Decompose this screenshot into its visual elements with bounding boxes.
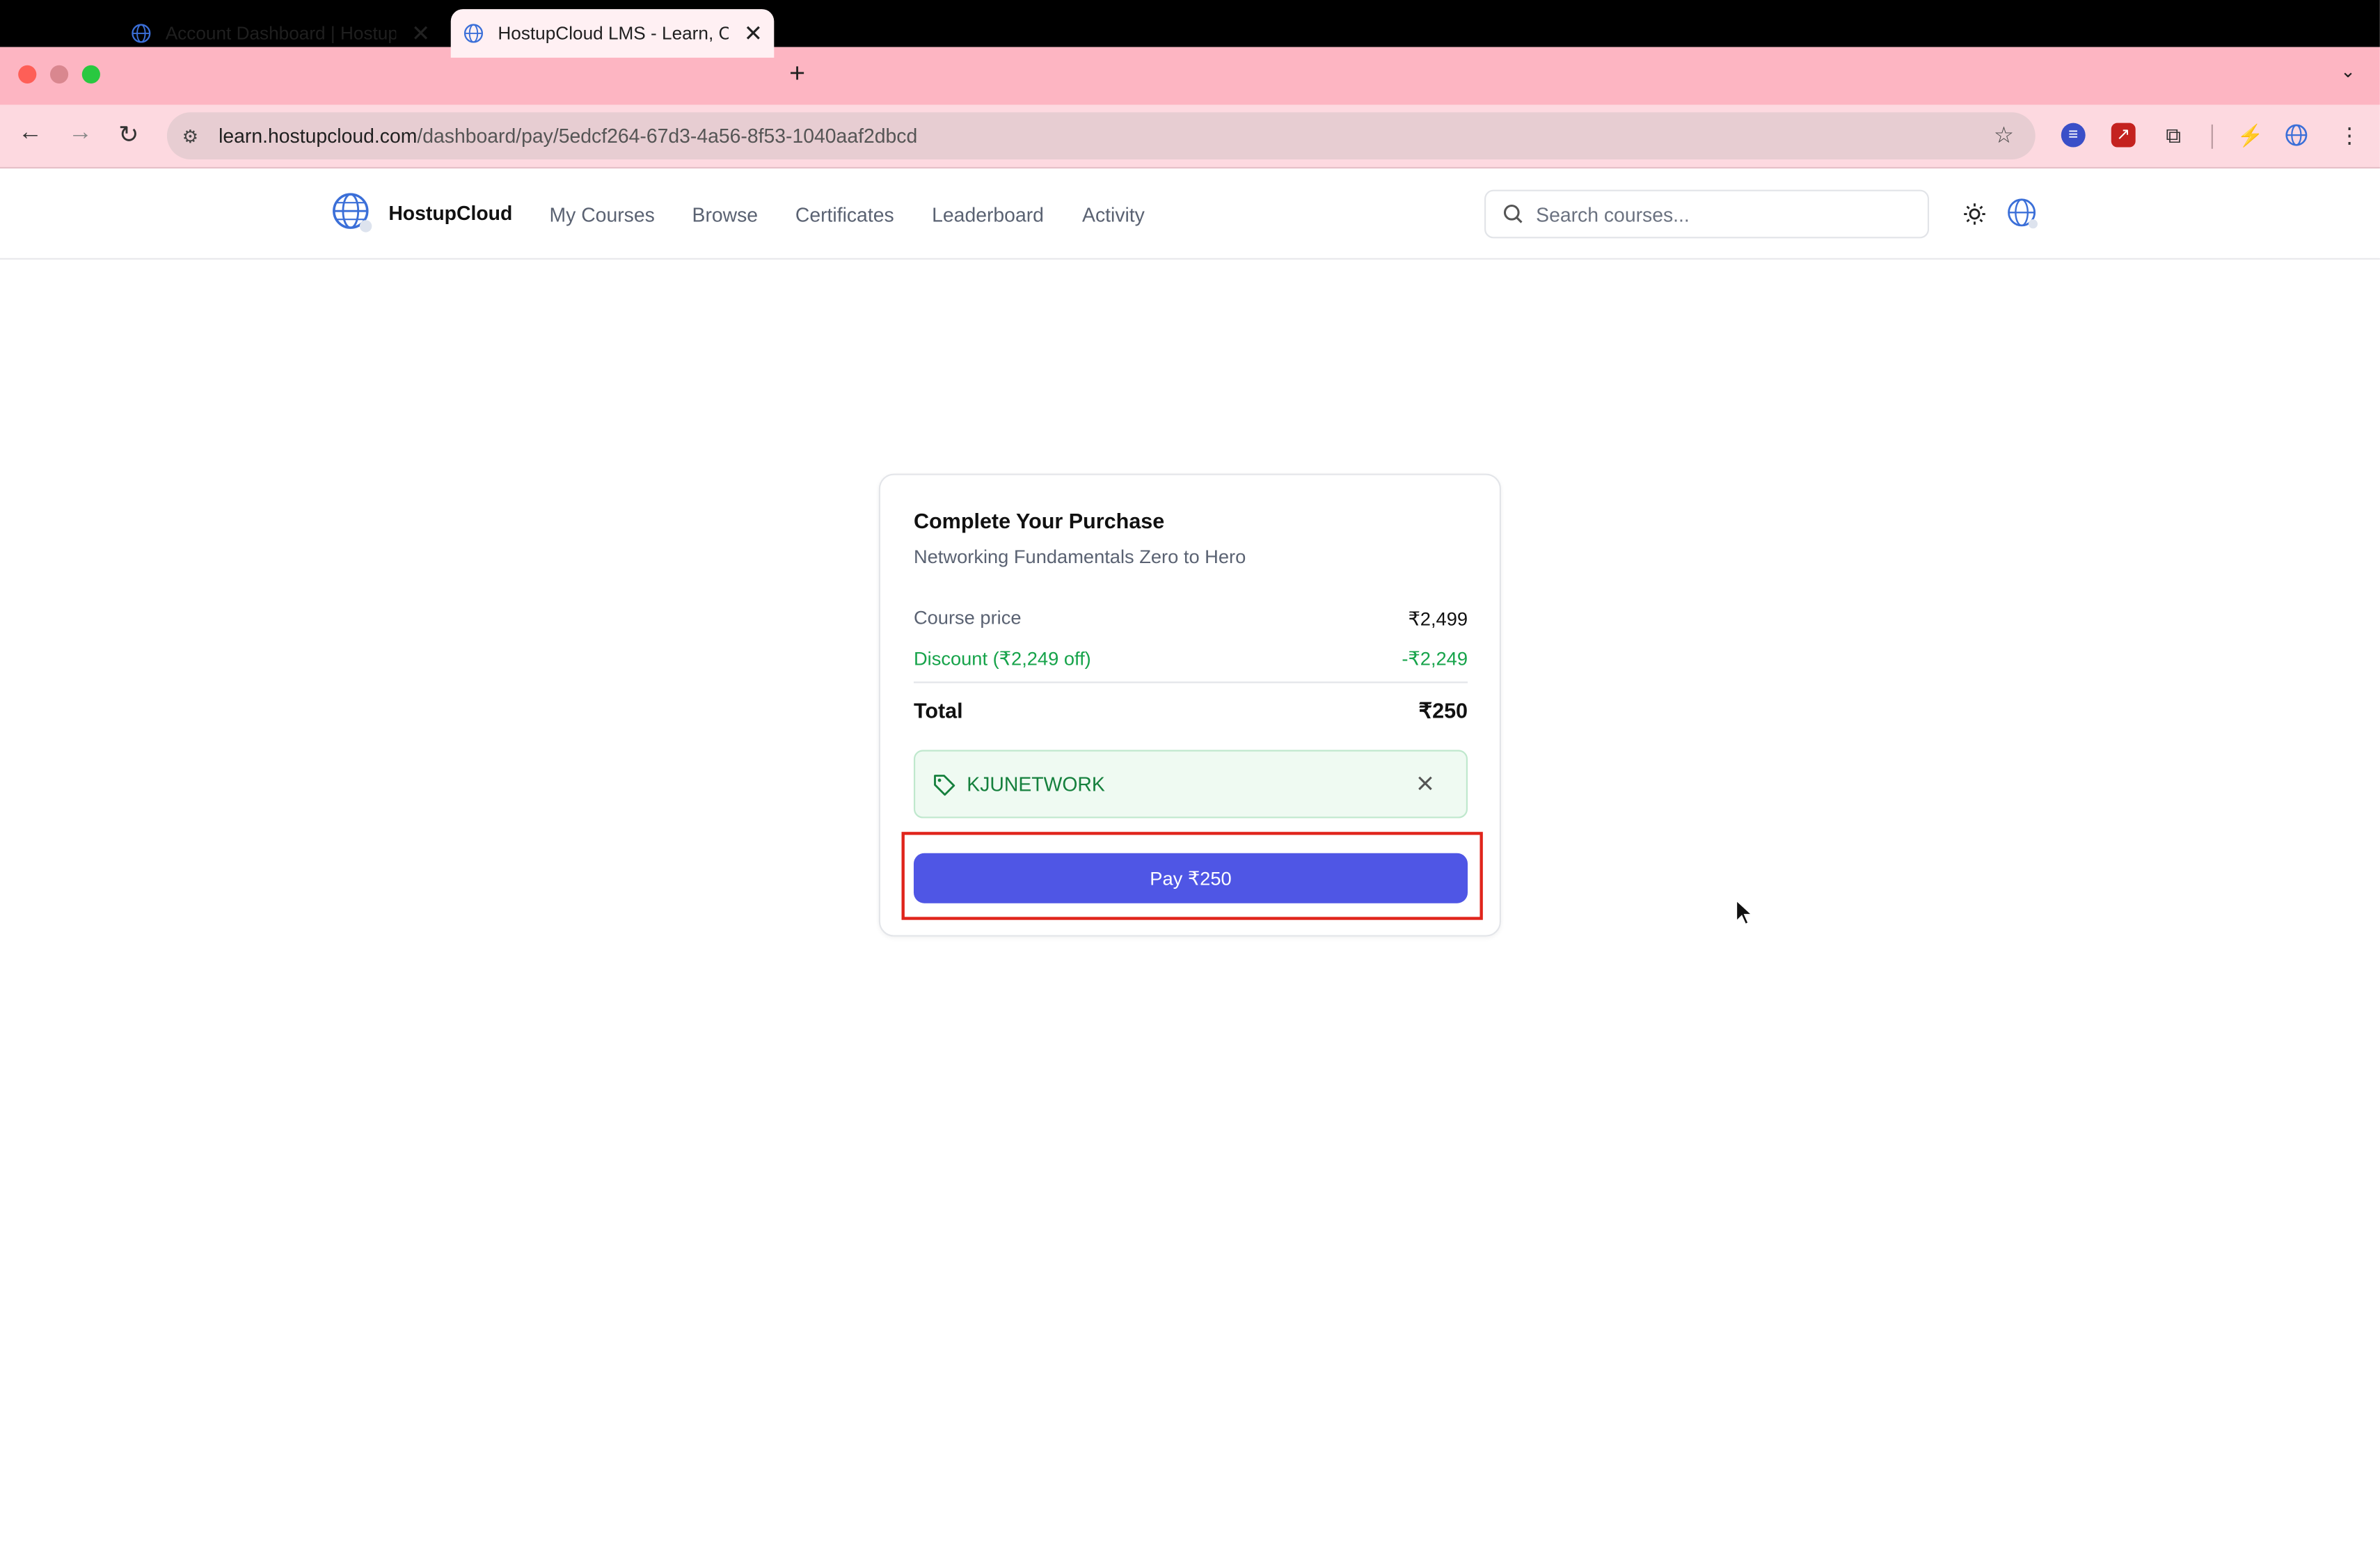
hostupcloud-logo-icon: [333, 193, 372, 232]
tab-title: HostupCloud LMS - Learn, Certify: [498, 22, 729, 45]
back-icon[interactable]: ←: [18, 120, 42, 147]
course-price-label: Course price: [913, 607, 1022, 629]
extension-icon[interactable]: ≡: [2061, 123, 2086, 148]
forward-icon[interactable]: →: [68, 120, 93, 147]
reload-icon[interactable]: ↻: [118, 120, 138, 150]
nav-browse[interactable]: Browse: [692, 203, 759, 226]
pdf-extension-icon[interactable]: ↗: [2111, 123, 2136, 148]
brand-name: HostupCloud: [388, 200, 513, 224]
nav-my-courses[interactable]: My Courses: [550, 203, 655, 226]
browser-menu-icon[interactable]: ⋮: [2338, 123, 2362, 148]
pay-button[interactable]: Pay ₹250: [913, 853, 1468, 903]
address-bar[interactable]: ⚙ learn.hostupcloud.com/dashboard/pay/5e…: [166, 112, 2036, 160]
site-settings-icon[interactable]: ⚙: [182, 125, 204, 147]
purchase-title: Complete Your Purchase: [913, 508, 1165, 533]
close-tab-icon[interactable]: ✕: [411, 19, 430, 47]
tab-title: Account Dashboard | HostupCloud: [165, 22, 397, 45]
remove-coupon-close-icon[interactable]: [1415, 773, 1436, 794]
tab-account-dashboard[interactable]: Account Dashboard | HostupCloud ✕: [131, 9, 442, 58]
theme-toggle-sun-icon[interactable]: [1962, 202, 1987, 226]
divider: [913, 681, 1468, 683]
close-tab-icon[interactable]: ✕: [744, 19, 763, 47]
nav-leaderboard[interactable]: Leaderboard: [932, 203, 1044, 226]
discount-value: -₹2,249: [1402, 648, 1468, 670]
total-row: Total ₹250: [914, 698, 1468, 724]
search-input[interactable]: [1536, 203, 1901, 226]
total-value: ₹250: [1418, 698, 1468, 723]
course-name: Networking Fundamentals Zero to Hero: [913, 546, 1246, 568]
mouse-cursor-icon: [1735, 899, 1754, 926]
total-label: Total: [913, 698, 963, 723]
maximize-window-button[interactable]: [81, 65, 100, 84]
profile-globe-icon[interactable]: [2284, 123, 2308, 148]
bookmark-star-icon[interactable]: ☆: [1994, 121, 2014, 149]
nav-activity[interactable]: Activity: [1082, 203, 1145, 226]
search-icon: [1503, 204, 1523, 223]
browser-window: Account Dashboard | HostupCloud ✕ Hostup…: [0, 0, 2380, 1541]
url-text: learn.hostupcloud.com/dashboard/pay/5edc…: [219, 125, 917, 148]
toolbar-divider: [2211, 124, 2213, 149]
applied-coupon: KJUNETWORK: [913, 750, 1468, 819]
search-box[interactable]: [1484, 189, 1930, 239]
purchase-card: Complete Your Purchase Networking Fundam…: [878, 473, 1502, 937]
site-header: HostupCloud My Courses Browse Certificat…: [0, 170, 2380, 260]
user-avatar-globe-icon[interactable]: [2006, 198, 2038, 230]
chevron-down-icon[interactable]: ⌄: [2340, 61, 2356, 82]
course-price-value: ₹2,499: [1408, 608, 1468, 631]
coupon-code: KJUNETWORK: [967, 773, 1105, 796]
discount-row: Discount (₹2,249 off) -₹2,249: [914, 647, 1468, 670]
extensions-puzzle-icon[interactable]: ⧉: [2161, 123, 2186, 148]
course-price-row: Course price ₹2,499: [914, 607, 1468, 630]
minimize-window-button[interactable]: [49, 65, 69, 84]
url-host: learn.hostupcloud.com: [219, 124, 418, 148]
globe-icon: [463, 24, 484, 43]
brand-link[interactable]: HostupCloud: [331, 191, 512, 234]
url-path: /dashboard/pay/5edcf264-67d3-4a56-8f53-1…: [417, 124, 918, 148]
tag-icon: [934, 773, 955, 796]
close-window-button[interactable]: [18, 65, 37, 84]
browser-toolbar: ← → ↻ ⚙ learn.hostupcloud.com/dashboard/…: [0, 104, 2380, 169]
tab-lms[interactable]: HostupCloud LMS - Learn, Certify ✕: [450, 9, 775, 58]
nav-certificates[interactable]: Certificates: [795, 203, 894, 226]
discount-label: Discount (₹2,249 off): [913, 648, 1091, 670]
globe-icon: [132, 24, 151, 43]
new-tab-button[interactable]: +: [789, 58, 805, 90]
performance-icon[interactable]: ⚡: [2237, 123, 2264, 148]
